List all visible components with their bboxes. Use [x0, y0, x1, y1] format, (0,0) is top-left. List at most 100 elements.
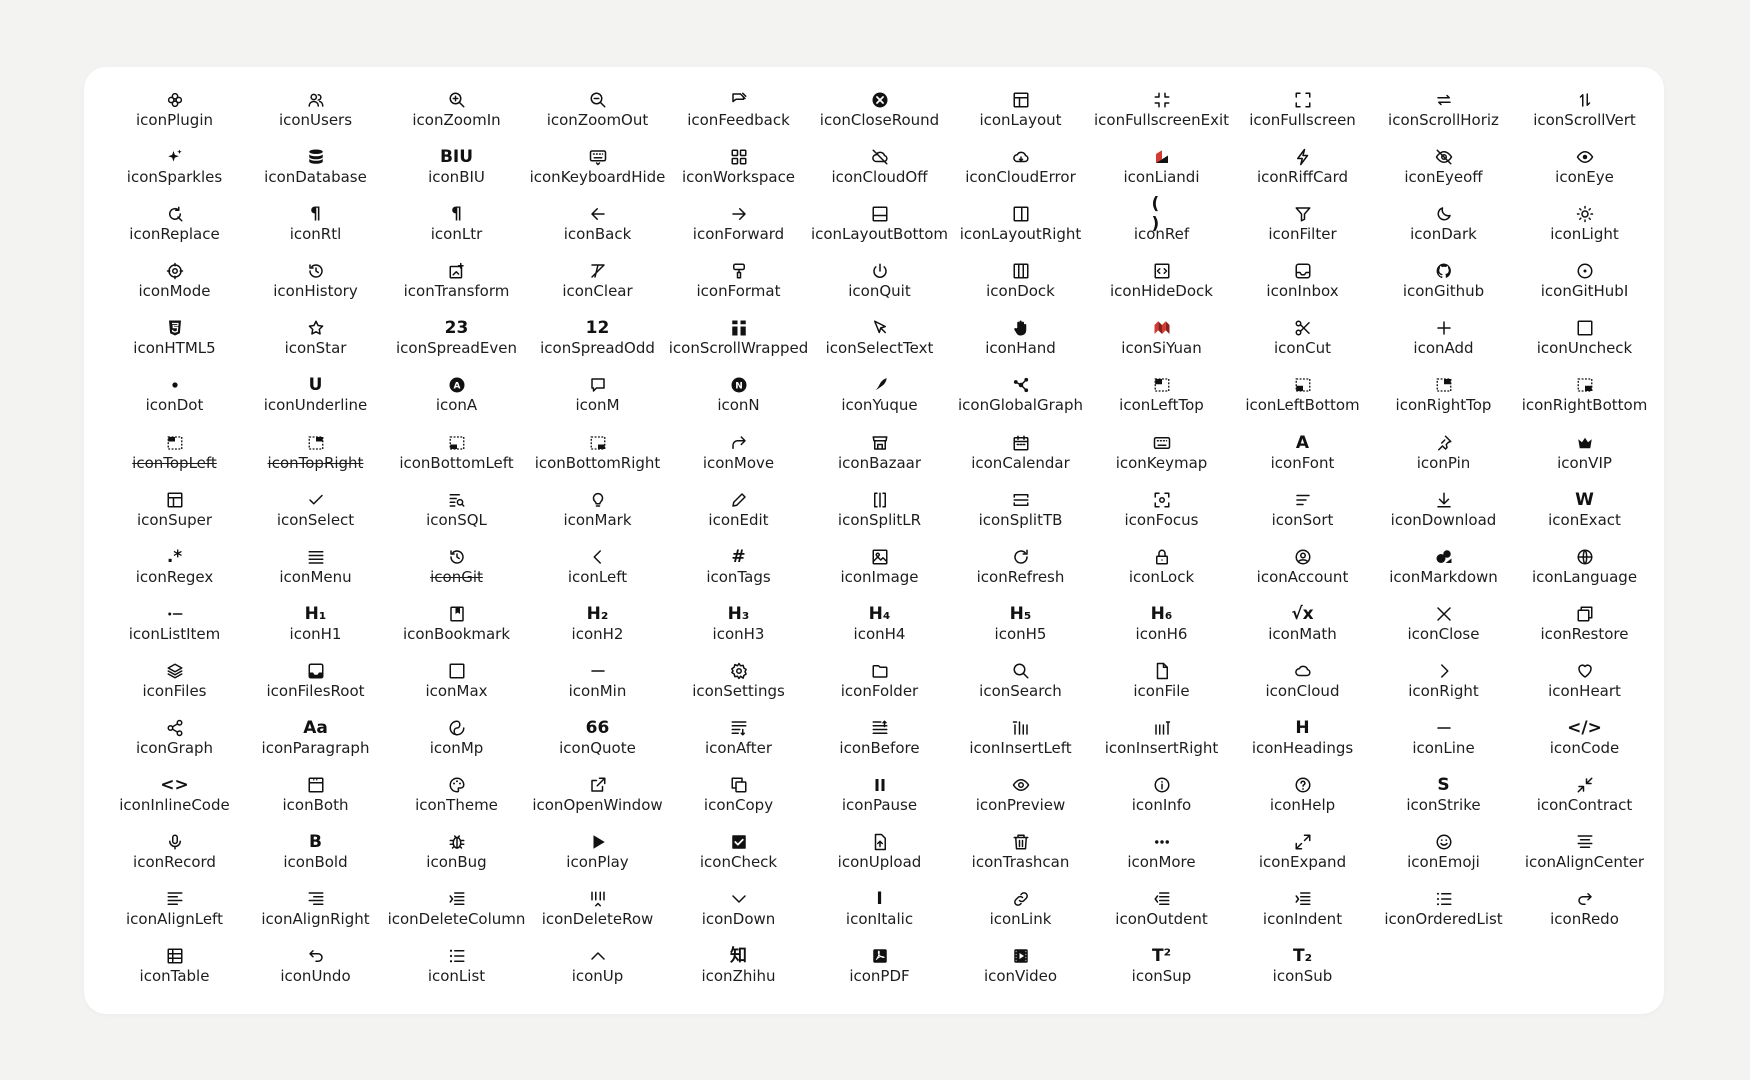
icon-tile[interactable]: iconWorkspace	[668, 144, 809, 201]
icon-tile[interactable]: iconAdd	[1373, 315, 1514, 372]
icon-tile[interactable]: iconKeyboardHide	[527, 144, 668, 201]
icon-tile[interactable]: H₆ iconH6	[1091, 601, 1232, 658]
icon-tile[interactable]: iconSelectText	[809, 315, 950, 372]
icon-tile[interactable]: iconHand	[950, 315, 1091, 372]
icon-tile[interactable]: iconScrollWrapped	[668, 315, 809, 372]
icon-tile[interactable]: BiconBold	[245, 829, 386, 886]
icon-tile[interactable]: UiconUnderline	[245, 372, 386, 429]
icon-tile[interactable]: iconTransform	[386, 258, 527, 315]
icon-tile[interactable]: HiconHeadings	[1232, 715, 1373, 772]
icon-tile[interactable]: iconDownload	[1373, 487, 1514, 544]
icon-tile[interactable]: iconPDF	[809, 943, 950, 1000]
icon-tile[interactable]: ( ) iconRef	[1091, 194, 1232, 258]
icon-tile[interactable]: iconRightBottom	[1514, 372, 1655, 429]
icon-tile[interactable]: iconDeleteColumn	[386, 886, 527, 943]
icon-tile[interactable]: NiconN	[668, 372, 809, 429]
icon-tile[interactable]: <> iconInlineCode	[104, 772, 245, 829]
icon-tile[interactable]: iconDot	[104, 372, 245, 429]
icon-tile[interactable]: iconCloseRound	[809, 87, 950, 144]
icon-tile[interactable]: iconBack	[527, 201, 668, 258]
icon-tile[interactable]: iconMore	[1091, 829, 1232, 886]
icon-tile[interactable]: iconInbox	[1232, 258, 1373, 315]
icon-tile[interactable]: iconMin	[527, 658, 668, 715]
icon-tile[interactable]: iconAfter	[668, 715, 809, 772]
icon-tile[interactable]: T₂ iconSub	[1232, 943, 1373, 1000]
icon-tile[interactable]: iconSiYuan	[1091, 315, 1232, 372]
icon-tile[interactable]: iconQuit	[809, 258, 950, 315]
icon-tile[interactable]: iconYuque	[809, 372, 950, 429]
icon-tile[interactable]: iconSuper	[104, 487, 245, 544]
icon-tile[interactable]: SiconStrike	[1373, 772, 1514, 829]
icon-tile[interactable]: iconList	[386, 943, 527, 1000]
icon-tile[interactable]: iconAlignCenter	[1514, 829, 1655, 886]
icon-tile[interactable]: iconDark	[1373, 201, 1514, 258]
icon-tile[interactable]: iconLine	[1373, 715, 1514, 772]
icon-tile[interactable]: iconZoomIn	[386, 87, 527, 144]
icon-tile[interactable]: iconStar	[245, 315, 386, 372]
icon-tile[interactable]: IiconItalic	[809, 886, 950, 943]
icon-tile[interactable]: iconTheme	[386, 772, 527, 829]
icon-tile[interactable]: iconRestore	[1514, 601, 1655, 658]
icon-tile[interactable]: iconKeymap	[1091, 430, 1232, 487]
icon-tile[interactable]: iconMarkdown	[1373, 544, 1514, 601]
icon-tile[interactable]: iconTopLeft	[104, 430, 245, 487]
icon-tile[interactable]: iconOrderedList	[1373, 886, 1514, 943]
icon-tile[interactable]: iconGithub	[1373, 258, 1514, 315]
icon-tile[interactable]: iconLayoutRight	[950, 201, 1091, 258]
icon-tile[interactable]: iconLeft	[527, 544, 668, 601]
icon-tile[interactable]: iconDown	[668, 886, 809, 943]
icon-tile[interactable]: iconVIP	[1514, 430, 1655, 487]
icon-tile[interactable]: iconPlugin	[104, 87, 245, 144]
icon-tile[interactable]: iconFullscreenExit	[1091, 87, 1232, 144]
icon-tile[interactable]: iconGraph	[104, 715, 245, 772]
icon-tile[interactable]: iconHTML5	[104, 315, 245, 372]
icon-tile[interactable]: iconEyeoff	[1373, 144, 1514, 201]
icon-tile[interactable]: iconOpenWindow	[527, 772, 668, 829]
icon-tile[interactable]: iconOutdent	[1091, 886, 1232, 943]
icon-tile[interactable]: iconRiffCard	[1232, 144, 1373, 201]
icon-tile[interactable]: iconForward	[668, 201, 809, 258]
icon-tile[interactable]: iconFile	[1091, 658, 1232, 715]
icon-tile[interactable]: 12 iconSpreadOdd	[527, 315, 668, 372]
icon-tile[interactable]: iconCloudError	[950, 144, 1091, 201]
icon-tile[interactable]: iconAlignLeft	[104, 886, 245, 943]
icon-tile[interactable]: iconImage	[809, 544, 950, 601]
icon-tile[interactable]: iconScrollHoriz	[1373, 87, 1514, 144]
icon-tile[interactable]: iconEye	[1514, 144, 1655, 201]
icon-tile[interactable]: iconHelp	[1232, 772, 1373, 829]
icon-tile[interactable]: T² iconSup	[1091, 943, 1232, 1000]
icon-tile[interactable]: iconCalendar	[950, 430, 1091, 487]
icon-tile[interactable]: iconFolder	[809, 658, 950, 715]
icon-tile[interactable]: iconHeart	[1514, 658, 1655, 715]
icon-tile[interactable]: BIU iconBIU	[386, 144, 527, 201]
icon-tile[interactable]: iconFullscreen	[1232, 87, 1373, 144]
icon-tile[interactable]: iconLiandi	[1091, 144, 1232, 201]
icon-tile[interactable]: iconUpload	[809, 829, 950, 886]
icon-tile[interactable]: iconBottomRight	[527, 430, 668, 487]
icon-tile[interactable]: AiconA	[386, 372, 527, 429]
icon-tile[interactable]: iconSplitTB	[950, 487, 1091, 544]
icon-tile[interactable]: iconBazaar	[809, 430, 950, 487]
icon-tile[interactable]: WiconExact	[1514, 487, 1655, 544]
icon-tile[interactable]: iconSQL	[386, 487, 527, 544]
icon-tile[interactable]: 23 iconSpreadEven	[386, 315, 527, 372]
icon-tile[interactable]: </> iconCode	[1514, 715, 1655, 772]
icon-tile[interactable]: iconMode	[104, 258, 245, 315]
icon-tile[interactable]: iconDeleteRow	[527, 886, 668, 943]
icon-tile[interactable]: iconClear	[527, 258, 668, 315]
icon-tile[interactable]: iconScrollVert	[1514, 87, 1655, 144]
icon-tile[interactable]: iconSettings	[668, 658, 809, 715]
icon-tile[interactable]: H₂ iconH2	[527, 601, 668, 658]
icon-tile[interactable]: iconInsertRight	[1091, 715, 1232, 772]
icon-tile[interactable]: 66 iconQuote	[527, 715, 668, 772]
icon-tile[interactable]: iconLanguage	[1514, 544, 1655, 601]
icon-tile[interactable]: iconBottomLeft	[386, 430, 527, 487]
icon-tile[interactable]: iconEmoji	[1373, 829, 1514, 886]
icon-tile[interactable]: iconTable	[104, 943, 245, 1000]
icon-tile[interactable]: iconRefresh	[950, 544, 1091, 601]
icon-tile[interactable]: iconBoth	[245, 772, 386, 829]
icon-tile[interactable]: iconPause	[809, 772, 950, 829]
icon-tile[interactable]: iconRedo	[1514, 886, 1655, 943]
icon-tile[interactable]: iconFeedback	[668, 87, 809, 144]
icon-tile[interactable]: iconLight	[1514, 201, 1655, 258]
